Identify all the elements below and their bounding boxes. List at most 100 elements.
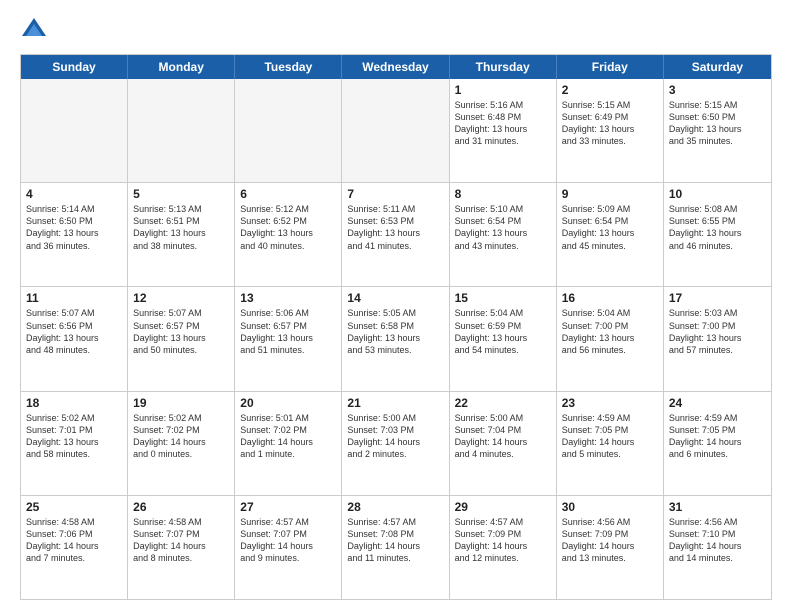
cell-info-line: Sunset: 7:01 PM <box>26 424 122 436</box>
day-number: 29 <box>455 500 551 514</box>
cell-info-line: and 56 minutes. <box>562 344 658 356</box>
day-number: 15 <box>455 291 551 305</box>
calendar-cell-15: 15 Sunrise: 5:04 AMSunset: 6:59 PMDayligh… <box>450 287 557 390</box>
cell-info-line: Sunrise: 5:12 AM <box>240 203 336 215</box>
cell-info-line: and 50 minutes. <box>133 344 229 356</box>
calendar-row-2: 11Sunrise: 5:07 AMSunset: 6:56 PMDayligh… <box>21 287 771 391</box>
cell-info-line: Sunrise: 5:04 AM <box>455 307 551 319</box>
day-number: 12 <box>133 291 229 305</box>
header-cell-tuesday: Tuesday <box>235 55 342 79</box>
cell-info-line: and 35 minutes. <box>669 135 766 147</box>
cell-info-line: Sunrise: 4:56 AM <box>669 516 766 528</box>
cell-info-line: Sunset: 7:02 PM <box>133 424 229 436</box>
cell-info-line: Daylight: 13 hours <box>26 436 122 448</box>
day-number: 4 <box>26 187 122 201</box>
cell-info-line: Sunset: 6:51 PM <box>133 215 229 227</box>
cell-info-line: and 53 minutes. <box>347 344 443 356</box>
cell-info-line: Sunrise: 4:59 AM <box>562 412 658 424</box>
cell-info-line: Sunset: 6:54 PM <box>562 215 658 227</box>
calendar-cell-16: 16Sunrise: 5:04 AMSunset: 7:00 PMDayligh… <box>557 287 664 390</box>
cell-info-line: Sunrise: 5:00 AM <box>455 412 551 424</box>
cell-info-line: and 11 minutes. <box>347 552 443 564</box>
cell-info-line: Sunrise: 4:59 AM <box>669 412 766 424</box>
calendar-cell-7: 7Sunrise: 5:11 AMSunset: 6:53 PMDaylight… <box>342 183 449 286</box>
cell-info-line: Sunset: 6:52 PM <box>240 215 336 227</box>
cell-info-line: Daylight: 13 hours <box>26 227 122 239</box>
cell-info-line: Sunrise: 4:56 AM <box>562 516 658 528</box>
calendar-cell-1: 1Sunrise: 5:16 AMSunset: 6:48 PMDaylight… <box>450 79 557 182</box>
calendar-cell-9: 9Sunrise: 5:09 AMSunset: 6:54 PMDaylight… <box>557 183 664 286</box>
cell-info-line: and 13 minutes. <box>562 552 658 564</box>
cell-info-line: Sunrise: 5:00 AM <box>347 412 443 424</box>
calendar-cell-21: 21Sunrise: 5:00 AMSunset: 7:03 PMDayligh… <box>342 392 449 495</box>
cell-info-line: and 45 minutes. <box>562 240 658 252</box>
day-number: 27 <box>240 500 336 514</box>
calendar: SundayMondayTuesdayWednesdayThursdayFrid… <box>20 54 772 600</box>
cell-info-line: Sunrise: 5:16 AM <box>455 99 551 111</box>
cell-info-line: Sunset: 6:57 PM <box>240 320 336 332</box>
cell-info-line: Sunset: 7:02 PM <box>240 424 336 436</box>
cell-info-line: Sunset: 6:49 PM <box>562 111 658 123</box>
cell-info-line: Sunrise: 4:58 AM <box>26 516 122 528</box>
day-number: 16 <box>562 291 658 305</box>
cell-info-line: Sunrise: 5:15 AM <box>669 99 766 111</box>
calendar-row-3: 18Sunrise: 5:02 AMSunset: 7:01 PMDayligh… <box>21 392 771 496</box>
cell-info-line: Daylight: 14 hours <box>669 436 766 448</box>
cell-info-line: Sunrise: 5:06 AM <box>240 307 336 319</box>
calendar-cell-18: 18 Sunrise: 5:02 AMSunset: 7:01 PMDayligh… <box>21 392 128 495</box>
cell-info-line: Daylight: 14 hours <box>347 436 443 448</box>
day-number: 18 <box>26 396 122 410</box>
day-number: 3 <box>669 83 766 97</box>
cell-info-line: and 36 minutes. <box>26 240 122 252</box>
cell-info-line: Daylight: 13 hours <box>455 332 551 344</box>
day-number: 1 <box>455 83 551 97</box>
cell-info-line: Sunrise: 5:02 AM <box>26 412 122 424</box>
header-cell-monday: Monday <box>128 55 235 79</box>
cell-info-line: Sunrise: 5:10 AM <box>455 203 551 215</box>
cell-info-line: Daylight: 13 hours <box>455 227 551 239</box>
cell-info-line: Sunrise: 5:09 AM <box>562 203 658 215</box>
day-number: 5 <box>133 187 229 201</box>
cell-info-line: Daylight: 14 hours <box>455 436 551 448</box>
calendar-cell-26: 26Sunrise: 4:58 AMSunset: 7:07 PMDayligh… <box>128 496 235 599</box>
calendar-cell-11: 11Sunrise: 5:07 AMSunset: 6:56 PMDayligh… <box>21 287 128 390</box>
day-number: 19 <box>133 396 229 410</box>
calendar-cell-empty-0-2 <box>235 79 342 182</box>
day-number: 14 <box>347 291 443 305</box>
calendar-cell-24: 24Sunrise: 4:59 AMSunset: 7:05 PMDayligh… <box>664 392 771 495</box>
cell-info-line: Daylight: 14 hours <box>240 436 336 448</box>
cell-info-line: Sunrise: 5:13 AM <box>133 203 229 215</box>
cell-info-line: and 5 minutes. <box>562 448 658 460</box>
day-number: 30 <box>562 500 658 514</box>
cell-info-line: Daylight: 14 hours <box>133 436 229 448</box>
calendar-cell-13: 13Sunrise: 5:06 AMSunset: 6:57 PMDayligh… <box>235 287 342 390</box>
cell-info-line: Daylight: 13 hours <box>240 332 336 344</box>
calendar-cell-20: 20Sunrise: 5:01 AMSunset: 7:02 PMDayligh… <box>235 392 342 495</box>
cell-info-line: and 31 minutes. <box>455 135 551 147</box>
cell-info-line: Daylight: 13 hours <box>669 227 766 239</box>
cell-info-line: Sunrise: 5:07 AM <box>26 307 122 319</box>
calendar-cell-14: 14Sunrise: 5:05 AMSunset: 6:58 PMDayligh… <box>342 287 449 390</box>
cell-info-line: Sunrise: 5:05 AM <box>347 307 443 319</box>
cell-info-line: Sunset: 6:58 PM <box>347 320 443 332</box>
cell-info-line: Sunset: 6:59 PM <box>455 320 551 332</box>
cell-info-line: Sunrise: 5:15 AM <box>562 99 658 111</box>
header-cell-thursday: Thursday <box>450 55 557 79</box>
cell-info-line: Sunset: 7:10 PM <box>669 528 766 540</box>
header-cell-friday: Friday <box>557 55 664 79</box>
day-number: 6 <box>240 187 336 201</box>
calendar-cell-12: 12Sunrise: 5:07 AMSunset: 6:57 PMDayligh… <box>128 287 235 390</box>
cell-info-line: and 8 minutes. <box>133 552 229 564</box>
cell-info-line: Sunset: 7:09 PM <box>562 528 658 540</box>
cell-info-line: Daylight: 13 hours <box>562 227 658 239</box>
day-number: 17 <box>669 291 766 305</box>
cell-info-line: Daylight: 14 hours <box>240 540 336 552</box>
day-number: 10 <box>669 187 766 201</box>
day-number: 23 <box>562 396 658 410</box>
day-number: 31 <box>669 500 766 514</box>
cell-info-line: Sunset: 7:06 PM <box>26 528 122 540</box>
calendar-cell-6: 6Sunrise: 5:12 AMSunset: 6:52 PMDaylight… <box>235 183 342 286</box>
day-number: 20 <box>240 396 336 410</box>
cell-info-line: Daylight: 13 hours <box>669 332 766 344</box>
cell-info-line: Sunrise: 5:11 AM <box>347 203 443 215</box>
